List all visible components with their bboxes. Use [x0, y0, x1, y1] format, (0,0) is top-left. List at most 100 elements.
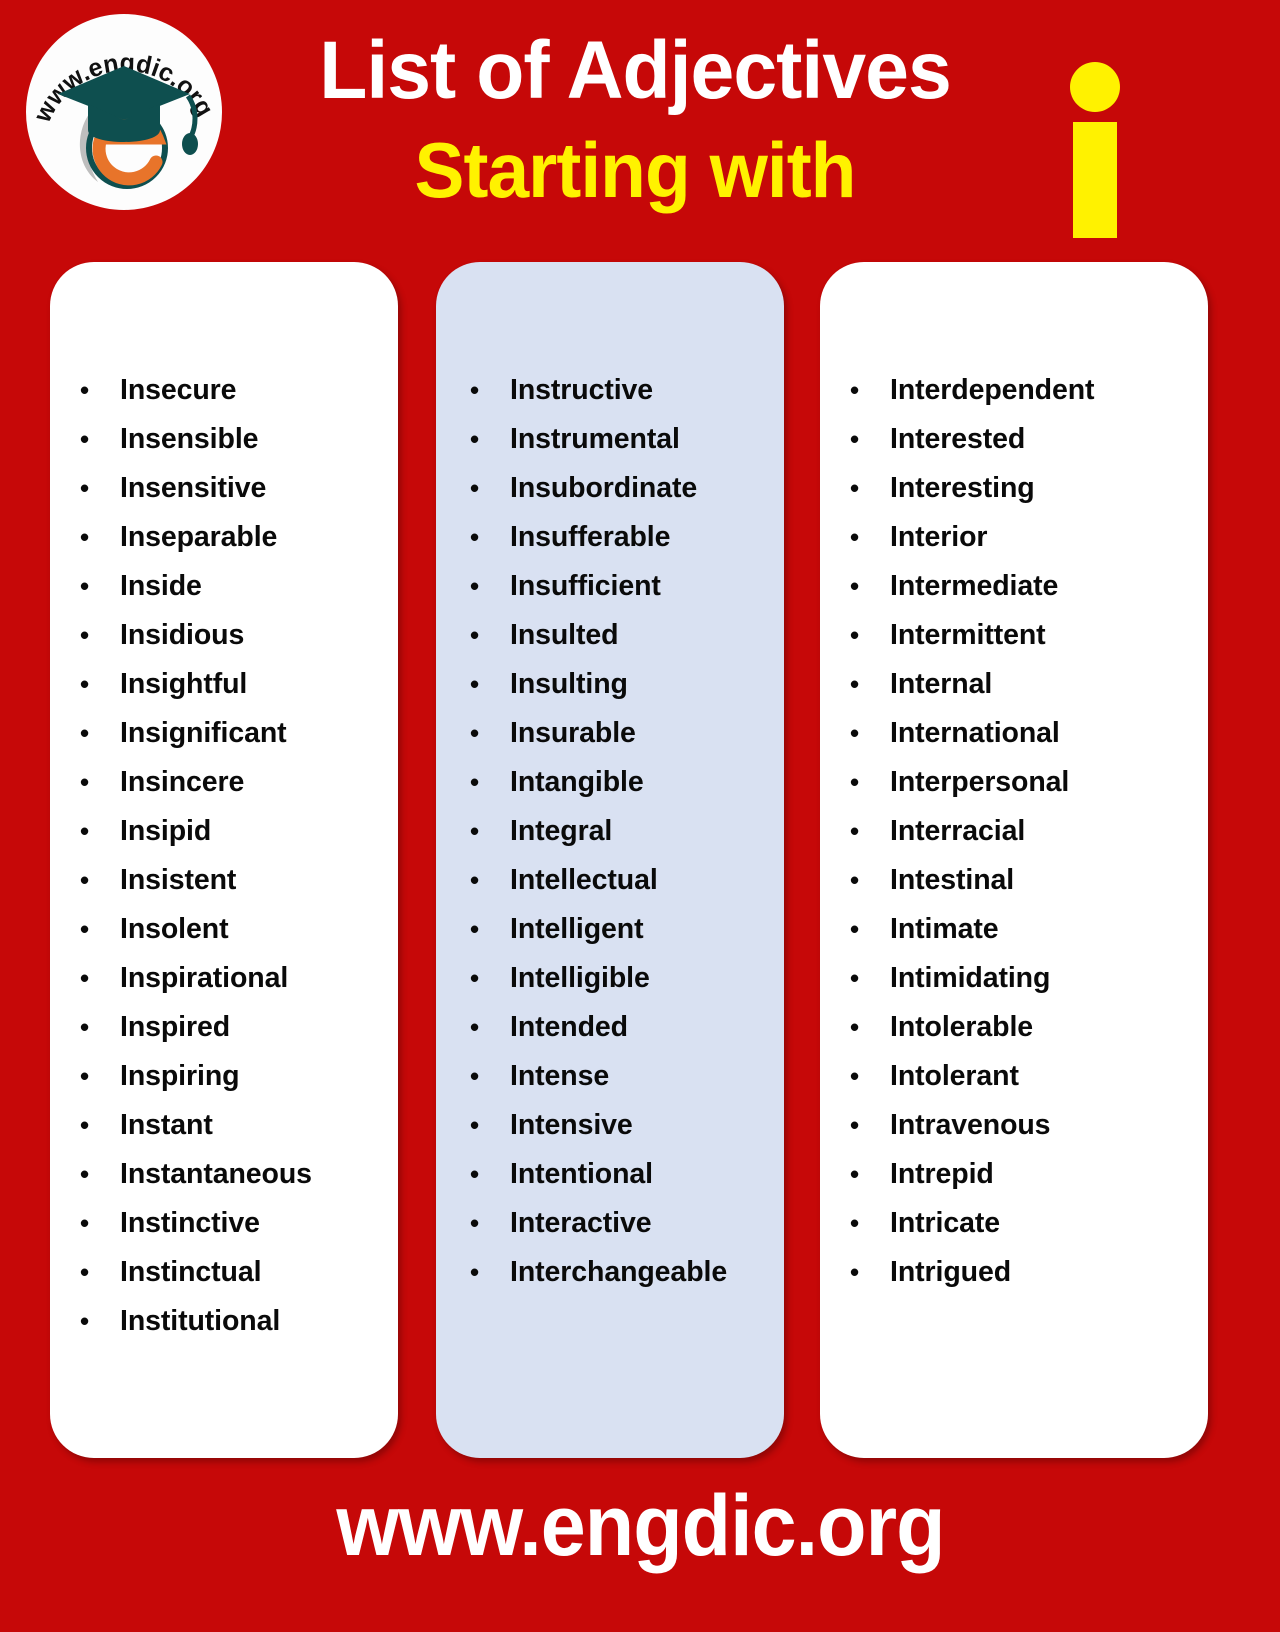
bullet-icon: •	[850, 718, 860, 748]
word-list-item: • Insolent	[72, 905, 390, 954]
word-list-item: • Intestinal	[842, 856, 1198, 905]
word-list-item: • Insincere	[72, 758, 390, 807]
word-list-item: • Intolerable	[842, 1003, 1198, 1052]
bullet-icon: •	[850, 963, 860, 993]
word-label: Insecure	[120, 374, 237, 406]
word-list-item: • Intravenous	[842, 1101, 1198, 1150]
word-label: Insensitive	[120, 472, 267, 504]
word-label: Inseparable	[120, 521, 278, 553]
word-list-item: • Integral	[462, 807, 776, 856]
letter-i-stem	[1073, 122, 1117, 238]
bullet-icon: •	[80, 522, 90, 552]
word-list-item: • Intrigued	[842, 1248, 1198, 1297]
word-list-item: • Insistent	[72, 856, 390, 905]
word-label: Intended	[510, 1011, 628, 1043]
bullet-icon: •	[80, 1306, 90, 1336]
word-list-item: • Interdependent	[842, 366, 1198, 415]
bullet-icon: •	[850, 1159, 860, 1189]
word-label: Intrigued	[890, 1256, 1012, 1288]
word-label: Intestinal	[890, 864, 1015, 896]
bullet-icon: •	[470, 1159, 480, 1189]
word-list-item: • Instinctive	[72, 1199, 390, 1248]
word-label: Insubordinate	[510, 472, 698, 504]
bullet-icon: •	[470, 669, 480, 699]
word-label: Inside	[120, 570, 202, 602]
word-list-item: • Institutional	[72, 1297, 390, 1346]
bullet-icon: •	[80, 1159, 90, 1189]
word-label: Intimate	[890, 913, 999, 945]
word-label: Insipid	[120, 815, 212, 847]
word-label: Insidious	[120, 619, 245, 651]
bullet-icon: •	[850, 1257, 860, 1287]
word-label: International	[890, 717, 1060, 749]
bullet-icon: •	[80, 620, 90, 650]
bullet-icon: •	[80, 375, 90, 405]
bullet-icon: •	[80, 816, 90, 846]
bullet-icon: •	[850, 375, 860, 405]
word-label: Interdependent	[890, 374, 1095, 406]
word-label: Inspiring	[120, 1060, 240, 1092]
word-list-item: • Intricate	[842, 1199, 1198, 1248]
word-list-item: • Instant	[72, 1101, 390, 1150]
word-list-item: • Insipid	[72, 807, 390, 856]
word-list-item: • Intellectual	[462, 856, 776, 905]
word-list-2: • Instructive • Instrumental • Insubordinate •…	[436, 262, 784, 1297]
bullet-icon: •	[470, 963, 480, 993]
word-list-item: • Insensible	[72, 415, 390, 464]
engdic-logo-graphic: www.engdic.org	[28, 16, 220, 208]
word-list-1: • Insecure • Insensible • Insensitive • Insepar…	[50, 262, 398, 1346]
word-list-item: • Inseparable	[72, 513, 390, 562]
word-list-item: • Insightful	[72, 660, 390, 709]
bullet-icon: •	[470, 718, 480, 748]
word-list-item: • Interracial	[842, 807, 1198, 856]
word-list-item: • Interesting	[842, 464, 1198, 513]
word-label: Interesting	[890, 472, 1035, 504]
word-list-item: • Intrepid	[842, 1150, 1198, 1199]
bullet-icon: •	[80, 865, 90, 895]
word-label: Intellectual	[510, 864, 658, 896]
word-label: Interracial	[890, 815, 1026, 847]
word-label: Interpersonal	[890, 766, 1070, 798]
word-label: Insignificant	[120, 717, 287, 749]
bullet-icon: •	[470, 620, 480, 650]
bullet-icon: •	[850, 473, 860, 503]
word-label: Internal	[890, 668, 993, 700]
word-label: Inspired	[120, 1011, 231, 1043]
word-list-item: • Interactive	[462, 1199, 776, 1248]
word-list-item: • Instantaneous	[72, 1150, 390, 1199]
word-list-item: • Internal	[842, 660, 1198, 709]
bullet-icon: •	[470, 1061, 480, 1091]
word-list-item: • Instructive	[462, 366, 776, 415]
word-label: Insistent	[120, 864, 237, 896]
footer-website-url: www.engdic.org	[335, 1478, 945, 1574]
word-label: Instinctual	[120, 1256, 262, 1288]
bullet-icon: •	[850, 1012, 860, 1042]
page-header: www.engdic.org List of Adjectives Starti…	[0, 0, 1280, 258]
bullet-icon: •	[850, 816, 860, 846]
word-list-item: • Instinctual	[72, 1248, 390, 1297]
word-list-item: • International	[842, 709, 1198, 758]
word-label: Intelligent	[510, 913, 644, 945]
word-list-item: • Intense	[462, 1052, 776, 1101]
word-list-item: • Intended	[462, 1003, 776, 1052]
word-list-item: • Inspiring	[72, 1052, 390, 1101]
bullet-icon: •	[850, 914, 860, 944]
word-label: Insulting	[510, 668, 628, 700]
word-label: Instantaneous	[120, 1158, 312, 1190]
word-list-item: • Insensitive	[72, 464, 390, 513]
bullet-icon: •	[80, 1110, 90, 1140]
bullet-icon: •	[80, 1208, 90, 1238]
word-label: Intangible	[510, 766, 644, 798]
word-column-1: • Insecure • Insensible • Insensitive • Insepar…	[50, 262, 398, 1458]
bullet-icon: •	[80, 669, 90, 699]
bullet-icon: •	[80, 914, 90, 944]
word-label: Intrepid	[890, 1158, 994, 1190]
word-label: Interior	[890, 521, 988, 553]
page-footer: www.engdic.org	[0, 1460, 1280, 1632]
word-label: Intolerable	[890, 1011, 1034, 1043]
word-label: Insightful	[120, 668, 248, 700]
word-list-item: • Inside	[72, 562, 390, 611]
bullet-icon: •	[470, 1208, 480, 1238]
word-label: Insurable	[510, 717, 636, 749]
word-label: Intensive	[510, 1109, 633, 1141]
